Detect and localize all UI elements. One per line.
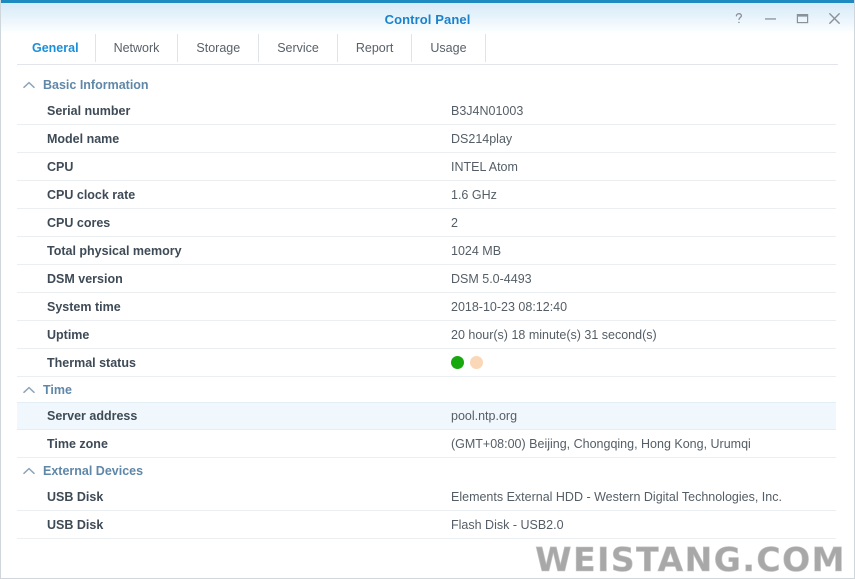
info-row-value: B3J4N01003 [451, 104, 523, 118]
section-title: Time [43, 383, 72, 397]
control-panel-window: Control Panel [0, 0, 855, 579]
info-row-value: 2018-10-23 08:12:40 [451, 300, 567, 314]
info-row-label: CPU cores [47, 216, 451, 230]
tab-network[interactable]: Network [96, 34, 179, 62]
watermark: WEISTANG.COM [535, 543, 846, 576]
close-icon[interactable] [827, 11, 842, 26]
tab-usage[interactable]: Usage [412, 34, 485, 62]
window-title: Control Panel [385, 12, 471, 27]
info-row-label: USB Disk [47, 490, 451, 504]
tab-report[interactable]: Report [338, 34, 413, 62]
info-row-value: pool.ntp.org [451, 409, 517, 423]
info-row-label: Total physical memory [47, 244, 451, 258]
info-row-value: INTEL Atom [451, 160, 518, 174]
thermal-dot-ok [451, 356, 464, 369]
general-settings-content: Basic Information Serial numberB3J4N01003… [1, 72, 854, 539]
window-controls [731, 3, 842, 34]
info-row-label: System time [47, 300, 451, 314]
section-header-basic-information[interactable]: Basic Information [17, 72, 836, 97]
info-row[interactable]: Server addresspool.ntp.org [17, 402, 836, 430]
info-row-value: Elements External HDD - Western Digital … [451, 490, 782, 504]
info-row-value [451, 356, 483, 369]
chevron-up-icon [23, 79, 35, 91]
info-row[interactable]: System time2018-10-23 08:12:40 [17, 293, 836, 321]
info-row[interactable]: Total physical memory1024 MB [17, 237, 836, 265]
tab-bar-spacer [486, 34, 854, 64]
info-row-label: CPU clock rate [47, 188, 451, 202]
info-row-value: 1.6 GHz [451, 188, 497, 202]
info-row-value: 1024 MB [451, 244, 501, 258]
info-row[interactable]: USB DiskElements External HDD - Western … [17, 483, 836, 511]
info-row-value: DSM 5.0-4493 [451, 272, 532, 286]
info-row-label: USB Disk [47, 518, 451, 532]
info-row-value: 20 hour(s) 18 minute(s) 31 second(s) [451, 328, 657, 342]
info-row-value: Flash Disk - USB2.0 [451, 518, 564, 532]
section-title: External Devices [43, 464, 143, 478]
info-row[interactable]: CPU cores2 [17, 209, 836, 237]
info-row[interactable]: Thermal status [17, 349, 836, 377]
info-row-label: Time zone [47, 437, 451, 451]
info-row-value: (GMT+08:00) Beijing, Chongqing, Hong Kon… [451, 437, 751, 451]
info-row[interactable]: USB DiskFlash Disk - USB2.0 [17, 511, 836, 539]
info-row[interactable]: DSM versionDSM 5.0-4493 [17, 265, 836, 293]
chevron-up-icon [23, 384, 35, 396]
tab-service[interactable]: Service [259, 34, 338, 62]
minimize-icon[interactable] [763, 11, 778, 26]
info-row-label: Thermal status [47, 356, 451, 370]
info-row[interactable]: Model nameDS214play [17, 125, 836, 153]
info-row-label: Server address [47, 409, 451, 423]
info-row-label: DSM version [47, 272, 451, 286]
info-row-value: DS214play [451, 132, 512, 146]
tab-bar: GeneralNetworkStorageServiceReportUsage [1, 34, 854, 64]
info-row-label: CPU [47, 160, 451, 174]
section-title: Basic Information [43, 78, 149, 92]
help-icon[interactable] [731, 11, 746, 26]
info-row[interactable]: Time zone(GMT+08:00) Beijing, Chongqing,… [17, 430, 836, 458]
info-row-label: Model name [47, 132, 451, 146]
thermal-status-indicator [451, 356, 483, 369]
tab-storage[interactable]: Storage [178, 34, 259, 62]
chevron-up-icon [23, 465, 35, 477]
info-row-value: 2 [451, 216, 458, 230]
maximize-icon[interactable] [795, 11, 810, 26]
active-tab-indicator [56, 59, 68, 64]
window-titlebar: Control Panel [1, 0, 854, 34]
info-row[interactable]: Serial numberB3J4N01003 [17, 97, 836, 125]
info-row[interactable]: CPU clock rate1.6 GHz [17, 181, 836, 209]
thermal-dot-warm [470, 356, 483, 369]
info-row-label: Uptime [47, 328, 451, 342]
tab-underline [17, 64, 838, 65]
info-row[interactable]: CPUINTEL Atom [17, 153, 836, 181]
info-row-label: Serial number [47, 104, 451, 118]
section-header-time[interactable]: Time [17, 377, 836, 402]
info-row[interactable]: Uptime20 hour(s) 18 minute(s) 31 second(… [17, 321, 836, 349]
section-header-external-devices[interactable]: External Devices [17, 458, 836, 483]
tab-general[interactable]: General [17, 34, 96, 62]
